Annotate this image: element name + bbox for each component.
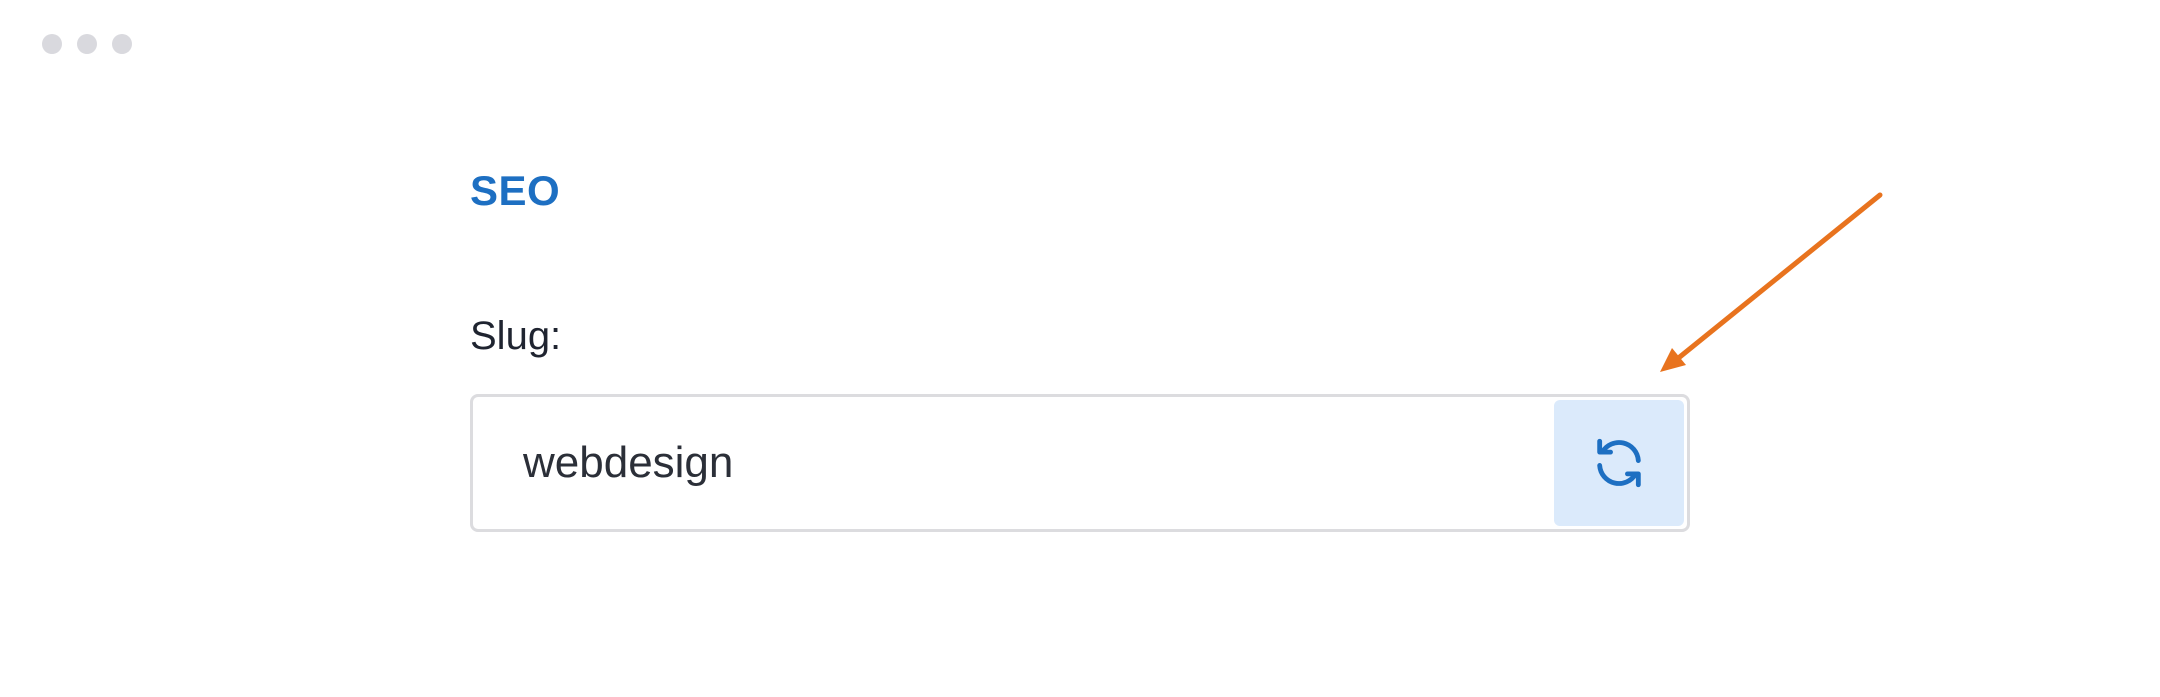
- window-dot-close[interactable]: [42, 34, 62, 54]
- slug-input[interactable]: [523, 397, 1483, 529]
- window-dot-minimize[interactable]: [77, 34, 97, 54]
- section-title: SEO: [470, 167, 561, 214]
- refresh-icon: [1597, 438, 1641, 488]
- slug-label: Slug:: [470, 314, 562, 358]
- window-controls: [42, 34, 132, 54]
- regenerate-slug-button[interactable]: [1554, 400, 1684, 526]
- annotation-arrow: [1660, 192, 1883, 372]
- slug-field: [470, 394, 1690, 532]
- window-dot-maximize[interactable]: [112, 34, 132, 54]
